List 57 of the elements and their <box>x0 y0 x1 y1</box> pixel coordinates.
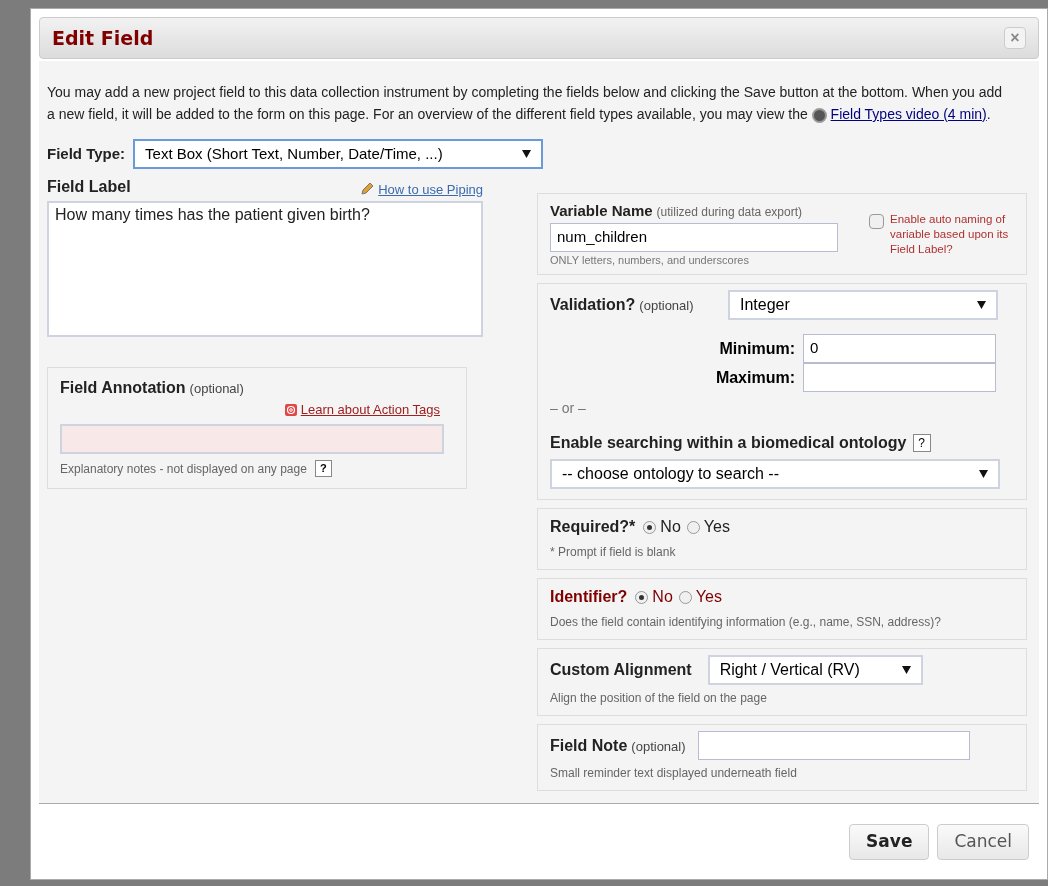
identifier-heading: Identifier? <box>550 587 628 607</box>
annotation-hint: Explanatory notes - not displayed on any page <box>60 460 307 478</box>
pencil-icon <box>360 182 375 197</box>
piping-link[interactable]: How to use Piping <box>378 179 483 199</box>
optional-note: (optional) <box>631 737 686 756</box>
ontology-select[interactable]: -- choose ontology to search -- <box>550 459 1000 489</box>
optional-note: (optional) <box>639 297 694 315</box>
dialog-title: Edit Field <box>52 25 154 51</box>
field-type-label: Field Type: <box>47 143 126 164</box>
optional-note: (optional) <box>189 380 244 398</box>
minimum-input[interactable]: 0 <box>803 334 996 363</box>
help-button[interactable]: ? <box>314 460 332 477</box>
alignment-select[interactable]: Right / Vertical (RV) <box>707 655 923 685</box>
caret-icon <box>979 470 988 478</box>
field-type-select[interactable]: Text Box (Short Text, Number, Date/Time, ...) <box>133 139 544 169</box>
caret-icon <box>977 301 986 309</box>
validation-heading: Validation? <box>550 295 636 315</box>
maximum-label: Maximum: <box>715 367 795 388</box>
radio-label: Yes <box>703 517 730 537</box>
field-note-input[interactable] <box>697 731 970 760</box>
cancel-button[interactable]: Cancel <box>937 823 1029 860</box>
or-separator: – or – <box>550 399 587 418</box>
minimum-label: Minimum: <box>719 338 795 359</box>
required-heading: Required?* <box>550 517 636 537</box>
identifier-hint: Does the field contain identifying information (e.g., name, SSN, address)? <box>550 615 941 629</box>
annotation-heading: Field Annotation <box>60 378 186 398</box>
required-hint: * Prompt if field is blank <box>550 545 676 559</box>
variable-hint: ONLY letters, numbers, and underscores <box>550 252 750 268</box>
video-link[interactable]: Field Types video (4 min) <box>830 106 987 122</box>
save-button[interactable]: Save <box>849 823 930 860</box>
alignment-heading: Custom Alignment <box>550 660 692 680</box>
radio-button[interactable] <box>643 520 657 534</box>
alignment-hint: Align the position of the field on the page <box>550 691 767 705</box>
radio-button[interactable] <box>678 590 692 604</box>
radio-label: No <box>660 517 681 537</box>
intro-text: You may add a new project field to this data collection instrument by completing the fields below and clicking the Save button at the bottom. When you add a new field, it will be added to the form on this page. For an overview of the different field types available, you may view the Field Types video (4 min). <box>47 83 1004 125</box>
maximum-input[interactable] <box>803 363 996 392</box>
action-tags-link[interactable]: Learn about Action Tags <box>300 400 440 420</box>
caret-icon <box>522 150 532 158</box>
ontology-heading: Enable searching within a biomedical ontology <box>550 433 907 453</box>
variable-note: (utilized during data export) <box>656 204 802 221</box>
radio-label: No <box>652 587 673 607</box>
help-button[interactable]: ? <box>912 434 931 452</box>
radio-button[interactable] <box>635 590 649 604</box>
validation-select[interactable]: Integer <box>728 290 998 320</box>
annotation-input[interactable] <box>60 423 444 454</box>
field-note-heading: Field Note <box>550 735 628 756</box>
variable-input[interactable]: num_children <box>550 222 838 252</box>
field-label-heading: Field Label <box>47 177 131 197</box>
caret-icon <box>901 666 911 674</box>
radio-button[interactable] <box>686 520 700 534</box>
radio-label: Yes <box>695 587 722 607</box>
field-label-textarea[interactable]: How many times has the patient given birth? <box>47 201 483 337</box>
auto-naming-label: Enable auto naming of variable based upon its Field Label? <box>890 212 1010 257</box>
field-note-hint: Small reminder text displayed underneath field <box>550 766 797 780</box>
variable-heading: Variable Name <box>550 201 653 221</box>
auto-naming-checkbox[interactable] <box>869 214 884 229</box>
